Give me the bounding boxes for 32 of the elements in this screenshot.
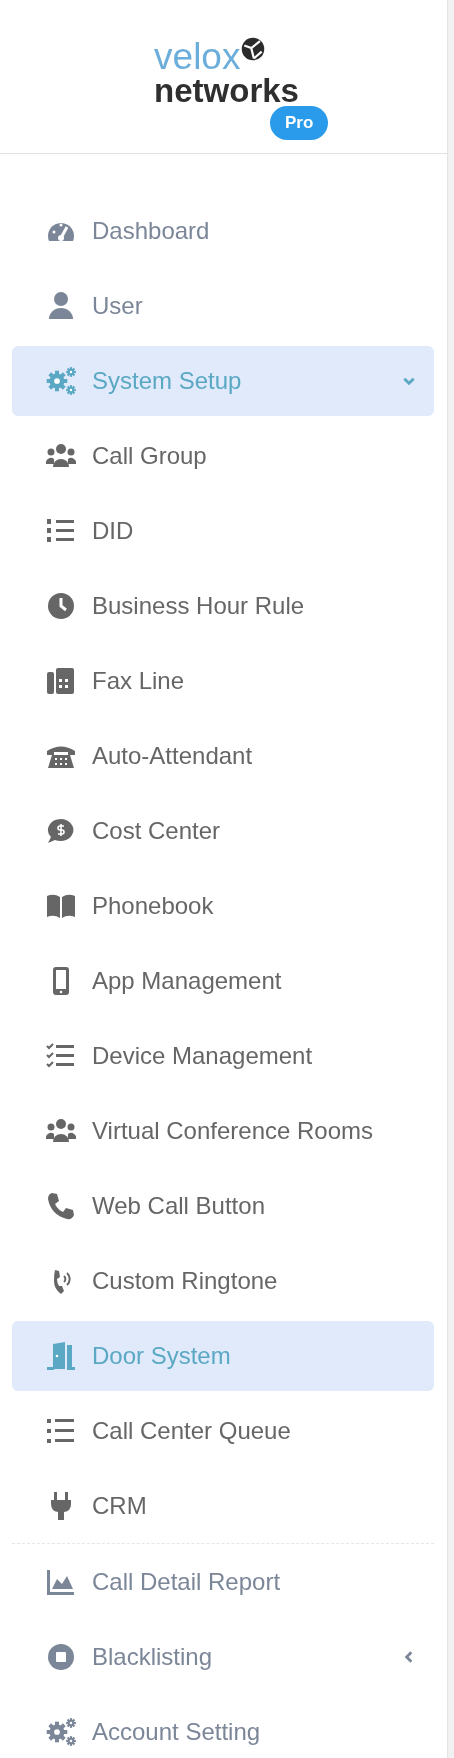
pro-badge: Pro bbox=[270, 106, 329, 140]
menu-item[interactable]: Dashboard bbox=[12, 196, 434, 266]
gears-icon bbox=[46, 366, 76, 396]
submenu-item[interactable]: Device Management bbox=[12, 1021, 434, 1091]
door-icon bbox=[46, 1341, 76, 1371]
fax-icon bbox=[46, 666, 76, 696]
user-icon bbox=[46, 291, 76, 321]
stop-circle-icon bbox=[46, 1642, 76, 1672]
menu-item[interactable]: Call Detail Report bbox=[12, 1547, 434, 1617]
submenu-item[interactable]: Business Hour Rule bbox=[12, 571, 434, 641]
submenu-item[interactable]: Fax Line bbox=[12, 646, 434, 716]
submenu-item[interactable]: Web Call Button bbox=[12, 1171, 434, 1241]
submenu-item[interactable]: DID bbox=[12, 496, 434, 566]
phone-icon bbox=[46, 1191, 76, 1221]
submenu-item[interactable]: Cost Center bbox=[12, 796, 434, 866]
area-chart-icon bbox=[46, 1567, 76, 1597]
submenu-item[interactable]: Phonebook bbox=[12, 871, 434, 941]
submenu-item[interactable]: App Management bbox=[12, 946, 434, 1016]
gears-icon bbox=[46, 1717, 76, 1747]
list-icon bbox=[46, 1416, 76, 1446]
submenu-item[interactable]: Custom Ringtone bbox=[12, 1246, 434, 1316]
logo: velox networks bbox=[154, 40, 299, 108]
menu-item[interactable]: Account Setting bbox=[12, 1697, 434, 1758]
submenu-item[interactable]: Call Center Queue bbox=[12, 1396, 434, 1466]
menu-item[interactable]: Blacklisting bbox=[12, 1622, 434, 1692]
submenu-item[interactable]: Auto-Attendant bbox=[12, 721, 434, 791]
menu-item[interactable]: User bbox=[12, 271, 434, 341]
submenu-item[interactable]: CRM bbox=[12, 1471, 434, 1541]
submenu-item[interactable]: Call Group bbox=[12, 421, 434, 491]
clock-icon bbox=[46, 591, 76, 621]
money-bubble-icon bbox=[46, 816, 76, 846]
submenu-item[interactable]: Virtual Conference Rooms bbox=[12, 1096, 434, 1166]
